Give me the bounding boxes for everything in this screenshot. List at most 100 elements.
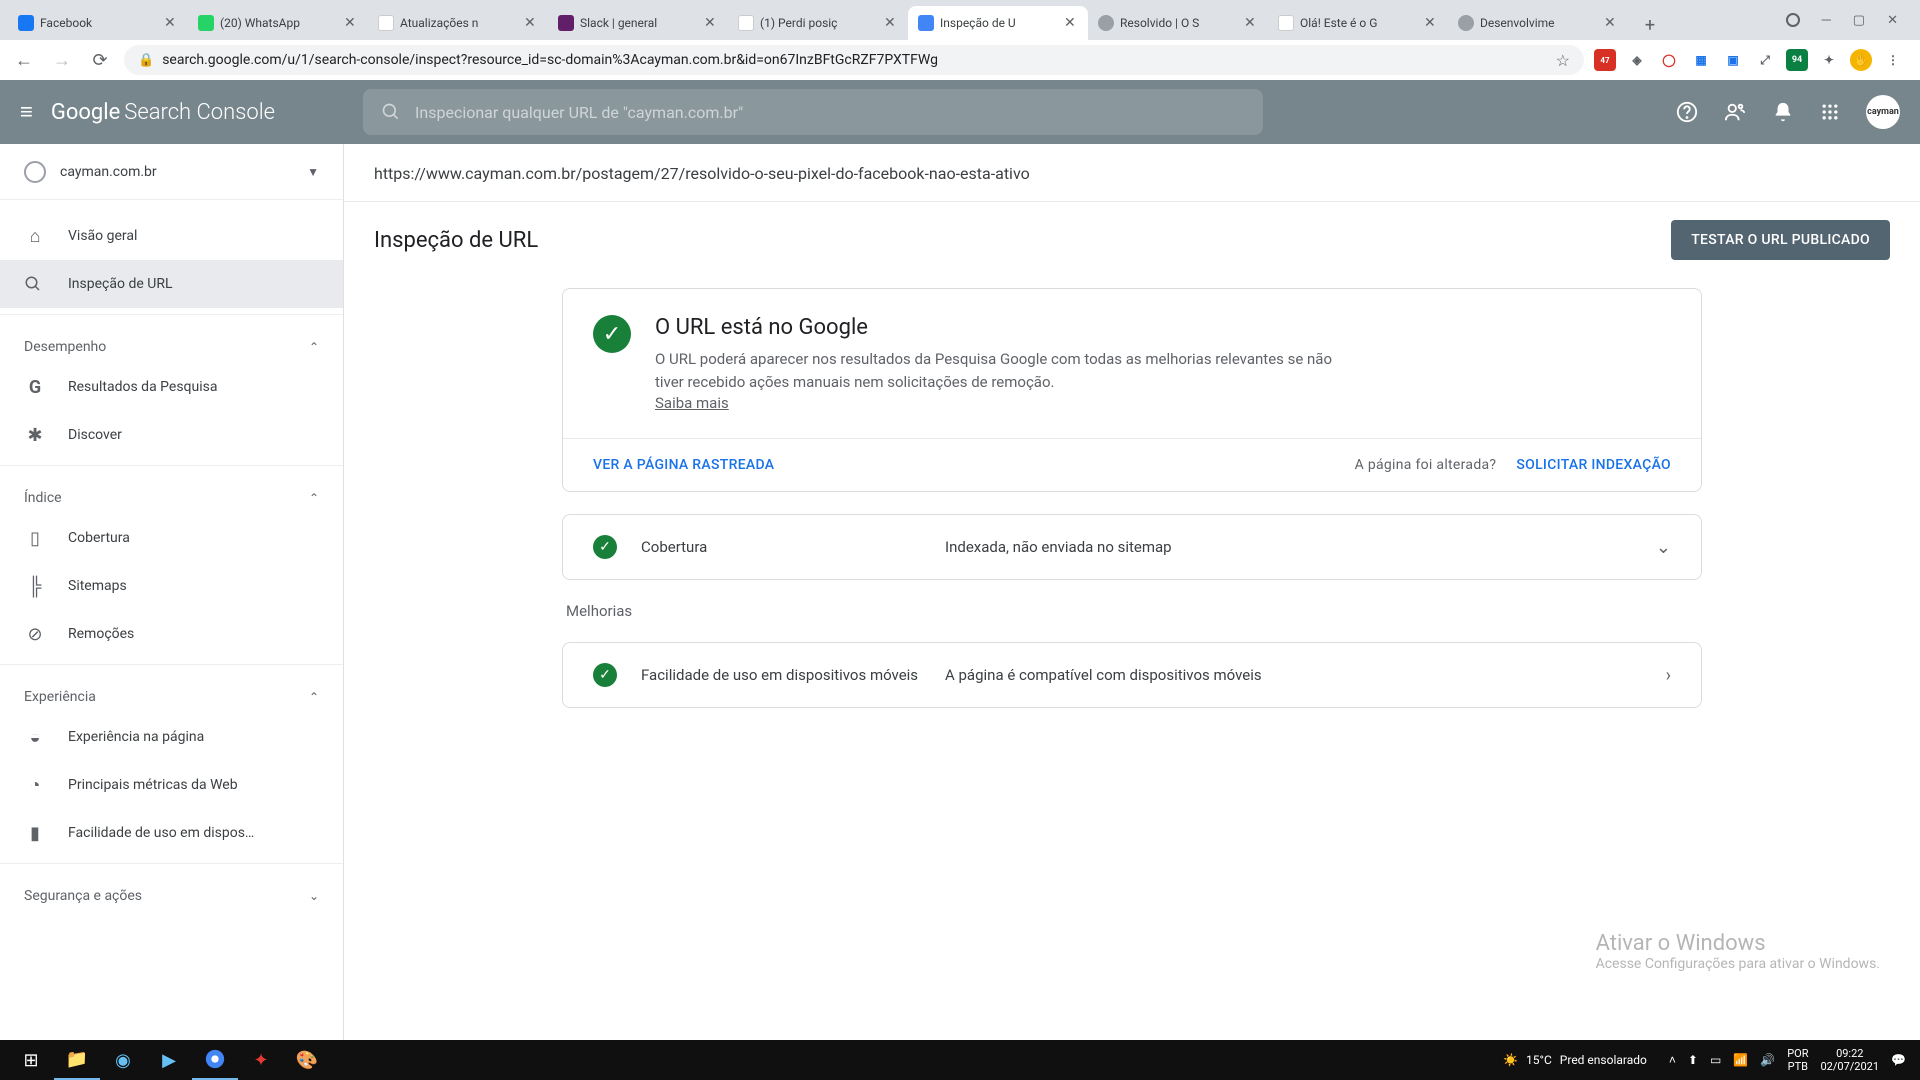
tab-label: Facebook	[40, 16, 158, 30]
learn-more-link[interactable]: Saiba mais	[655, 394, 729, 412]
sidebar-item-search-results[interactable]: G Resultados da Pesquisa	[0, 363, 343, 411]
extension-icon[interactable]: 47	[1594, 49, 1616, 71]
menu-icon[interactable]: ≡	[20, 99, 33, 125]
tab-slack[interactable]: Slack | general✕	[548, 6, 728, 40]
check-icon: ✓	[593, 315, 631, 353]
tab-ola[interactable]: Olá! Este é o G✕	[1268, 6, 1448, 40]
sidebar-item-removals[interactable]: ⊘ Remoções	[0, 610, 343, 658]
back-button[interactable]: ←	[10, 46, 38, 74]
help-icon[interactable]	[1676, 101, 1698, 123]
extension-icon[interactable]: ▣	[1722, 49, 1744, 71]
tray-battery-icon[interactable]: ▭	[1710, 1053, 1721, 1067]
extension-icon[interactable]: ⤢	[1754, 49, 1776, 71]
sidebar-item-sitemaps[interactable]: ╠ Sitemaps	[0, 562, 343, 610]
bookmark-icon[interactable]: ☆	[1556, 51, 1570, 70]
sidebar-item-core-web-vitals[interactable]: ◔ Principais métricas da Web	[0, 761, 343, 809]
sidebar-item-page-experience[interactable]: ◒ Experiência na página	[0, 713, 343, 761]
tab-search-console[interactable]: Inspeção de U ✕	[908, 6, 1088, 40]
coverage-card[interactable]: ✓ Cobertura Indexada, não enviada no sit…	[562, 514, 1702, 580]
extension-icon[interactable]: 94	[1786, 49, 1808, 71]
logo[interactable]: Google Search Console	[51, 100, 275, 125]
tray-chevron-icon[interactable]: ˄	[1669, 1053, 1676, 1067]
apps-icon[interactable]	[1820, 102, 1840, 122]
record-icon[interactable]	[1786, 13, 1800, 27]
chevron-up-icon: ⌃	[309, 491, 319, 505]
notifications-icon[interactable]	[1772, 101, 1794, 123]
sidebar-section-performance[interactable]: Desempenho⌃	[0, 321, 343, 363]
close-icon[interactable]: ✕	[1604, 16, 1618, 30]
tray-volume-icon[interactable]: 🔊	[1760, 1053, 1775, 1067]
tab-label: Inspeção de U	[940, 16, 1058, 30]
taskbar-app[interactable]: ✦	[238, 1040, 284, 1080]
users-icon[interactable]	[1724, 101, 1746, 123]
status-card: ✓ O URL está no Google O URL poderá apar…	[562, 288, 1702, 492]
chevron-down-icon: ⌄	[309, 889, 319, 903]
extension-icon[interactable]: ✋	[1850, 49, 1872, 71]
tab-updates[interactable]: Atualizações n✕	[368, 6, 548, 40]
extensions-menu-icon[interactable]: ✦	[1818, 49, 1840, 71]
extension-icon[interactable]: ▦	[1690, 49, 1712, 71]
search-icon	[24, 275, 46, 293]
tab-dev[interactable]: Desenvolvime✕	[1448, 6, 1628, 40]
url-inspect-search[interactable]	[363, 89, 1263, 135]
reload-button[interactable]: ⟳	[86, 46, 114, 74]
sidebar-item-overview[interactable]: ⌂ Visão geral	[0, 212, 343, 260]
property-selector[interactable]: cayman.com.br ▼	[0, 144, 343, 200]
close-icon[interactable]: ✕	[1424, 16, 1438, 30]
minimize-icon[interactable]: ─	[1822, 12, 1831, 28]
tray-notifications-icon[interactable]: 💬	[1891, 1053, 1906, 1067]
start-button[interactable]: ⊞	[8, 1040, 54, 1080]
sidebar-section-experience[interactable]: Experiência⌃	[0, 671, 343, 713]
address-bar[interactable]: 🔒 search.google.com/u/1/search-console/i…	[124, 45, 1584, 75]
close-window-icon[interactable]: ✕	[1887, 13, 1898, 28]
taskbar-explorer[interactable]: 📁	[54, 1040, 100, 1080]
tab-facebook[interactable]: Facebook ✕	[8, 6, 188, 40]
close-icon[interactable]: ✕	[1244, 16, 1258, 30]
tab-resolvido[interactable]: Resolvido | O S✕	[1088, 6, 1268, 40]
taskbar-weather[interactable]: ☀️ 15°C Pred ensolarado	[1503, 1053, 1647, 1067]
close-icon[interactable]: ✕	[524, 16, 538, 30]
request-indexing-button[interactable]: SOLICITAR INDEXAÇÃO	[1516, 457, 1671, 473]
close-icon[interactable]: ✕	[344, 16, 358, 30]
taskbar-app[interactable]: 🎨	[284, 1040, 330, 1080]
mobile-usability-card[interactable]: ✓ Facilidade de uso em dispositivos móve…	[562, 642, 1702, 708]
account-avatar[interactable]: cayman	[1866, 95, 1900, 129]
inspected-url: https://www.cayman.com.br/postagem/27/re…	[344, 144, 1920, 202]
chrome-menu-icon[interactable]: ⋮	[1882, 49, 1904, 71]
close-icon[interactable]: ✕	[1064, 16, 1078, 30]
sidebar-item-mobile-usability[interactable]: ▮ Facilidade de uso em dispos…	[0, 809, 343, 857]
sidebar-item-label: Principais métricas da Web	[68, 777, 238, 793]
forward-button[interactable]: →	[48, 46, 76, 74]
taskbar-steam[interactable]: ◉	[100, 1040, 146, 1080]
tab-whatsapp[interactable]: (20) WhatsApp ✕	[188, 6, 368, 40]
extension-icon[interactable]: ◯	[1658, 49, 1680, 71]
sidebar-item-url-inspection[interactable]: Inspeção de URL	[0, 260, 343, 308]
tab-label: (20) WhatsApp	[220, 16, 338, 30]
sidebar-item-label: Experiência na página	[68, 729, 204, 745]
extension-icon[interactable]: ◈	[1626, 49, 1648, 71]
tray-icon[interactable]: ⬆	[1688, 1053, 1698, 1067]
tray-language[interactable]: POR PTB	[1787, 1047, 1808, 1073]
test-live-url-button[interactable]: TESTAR O URL PUBLICADO	[1671, 220, 1890, 260]
status-description: O URL poderá aparecer nos resultados da …	[655, 348, 1355, 393]
close-icon[interactable]: ✕	[164, 16, 178, 30]
search-input[interactable]	[415, 103, 1245, 122]
close-icon[interactable]: ✕	[704, 16, 718, 30]
taskbar-chrome[interactable]	[192, 1040, 238, 1080]
sidebar-item-coverage[interactable]: ▯ Cobertura	[0, 514, 343, 562]
page-changed-label: A página foi alterada?	[1355, 457, 1497, 473]
new-tab-button[interactable]: +	[1636, 12, 1664, 40]
close-icon[interactable]: ✕	[884, 16, 898, 30]
tray-clock[interactable]: 09:22 02/07/2021	[1821, 1047, 1880, 1073]
view-crawled-page-button[interactable]: VER A PÁGINA RASTREADA	[593, 457, 774, 473]
enhancements-section-label: Melhorias	[562, 602, 1702, 620]
tray-wifi-icon[interactable]: 📶	[1733, 1053, 1748, 1067]
maximize-icon[interactable]: ▢	[1853, 13, 1865, 28]
page-title: Inspeção de URL	[374, 228, 538, 253]
sidebar-section-security[interactable]: Segurança e ações⌄	[0, 870, 343, 912]
taskbar-app[interactable]: ▶	[146, 1040, 192, 1080]
chevron-down-icon: ⌄	[1656, 537, 1671, 558]
sidebar-section-index[interactable]: Índice⌃	[0, 472, 343, 514]
sidebar-item-discover[interactable]: ✱ Discover	[0, 411, 343, 459]
tab-notion[interactable]: (1) Perdi posiç✕	[728, 6, 908, 40]
